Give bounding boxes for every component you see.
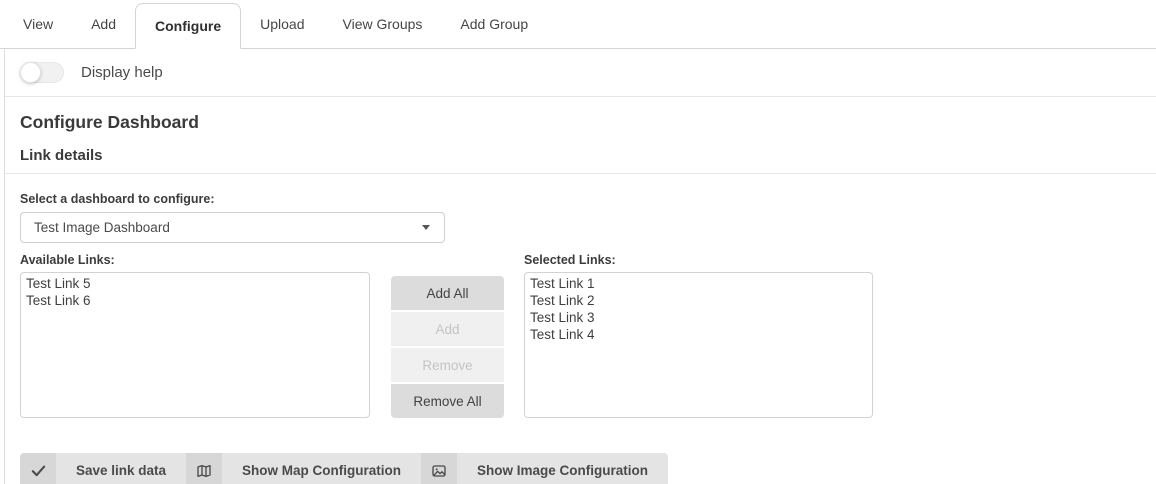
selected-links-column: Selected Links: Test Link 1 Test Link 2 … — [524, 253, 873, 418]
list-item[interactable]: Test Link 6 — [21, 292, 369, 309]
add-button[interactable]: Add — [391, 312, 504, 346]
list-item[interactable]: Test Link 4 — [525, 326, 872, 343]
remove-button[interactable]: Remove — [391, 348, 504, 382]
map-icon — [186, 453, 223, 484]
remove-all-button[interactable]: Remove All — [391, 384, 504, 418]
save-link-data-button[interactable]: Save link data — [20, 453, 187, 484]
show-image-configuration-label: Show Image Configuration — [457, 453, 669, 484]
list-item[interactable]: Test Link 2 — [525, 292, 872, 309]
dashboard-select[interactable]: Test Image Dashboard — [20, 212, 445, 243]
tab-add[interactable]: Add — [72, 0, 135, 48]
tab-upload[interactable]: Upload — [241, 0, 323, 48]
image-icon — [421, 453, 458, 484]
show-map-configuration-label: Show Map Configuration — [222, 453, 422, 484]
available-links-column: Available Links: Test Link 5 Test Link 6 — [20, 253, 370, 418]
list-item[interactable]: Test Link 1 — [525, 275, 872, 292]
selected-links-label: Selected Links: — [524, 253, 616, 267]
tab-bar: View Add Configure Upload View Groups Ad… — [0, 0, 1156, 49]
display-help-label: Display help — [81, 64, 163, 81]
configure-tab-panel: Display help Configure Dashboard Link de… — [4, 49, 1156, 484]
action-bar: Save link data Show Map Configuration Sh… — [20, 453, 669, 484]
tab-add-group[interactable]: Add Group — [441, 0, 547, 48]
list-item[interactable]: Test Link 3 — [525, 309, 872, 326]
add-all-button[interactable]: Add All — [391, 276, 504, 310]
available-links-listbox[interactable]: Test Link 5 Test Link 6 — [20, 272, 370, 418]
tab-view[interactable]: View — [4, 0, 72, 48]
display-help-row: Display help — [5, 49, 1156, 96]
selected-links-listbox[interactable]: Test Link 1 Test Link 2 Test Link 3 Test… — [524, 272, 873, 418]
list-item[interactable]: Test Link 5 — [21, 275, 369, 292]
available-links-label: Available Links: — [20, 253, 115, 267]
chevron-down-icon — [422, 225, 430, 230]
tab-configure[interactable]: Configure — [135, 3, 242, 49]
divider — [5, 173, 1156, 174]
save-link-data-label: Save link data — [56, 453, 187, 484]
section-title: Link details — [20, 147, 103, 164]
toggle-knob-icon — [20, 62, 41, 83]
dashboard-select-value: Test Image Dashboard — [34, 220, 170, 235]
show-image-configuration-button[interactable]: Show Image Configuration — [421, 453, 669, 484]
divider — [5, 96, 1156, 97]
show-map-configuration-button[interactable]: Show Map Configuration — [186, 453, 422, 484]
link-transfer-section: Available Links: Test Link 5 Test Link 6… — [20, 253, 1156, 418]
transfer-buttons: Add All Add Remove Remove All — [391, 276, 504, 418]
dashboard-select-label: Select a dashboard to configure: — [20, 192, 215, 206]
display-help-toggle[interactable] — [20, 62, 64, 83]
check-icon — [20, 453, 56, 484]
page-title: Configure Dashboard — [20, 112, 199, 132]
tab-view-groups[interactable]: View Groups — [324, 0, 442, 48]
